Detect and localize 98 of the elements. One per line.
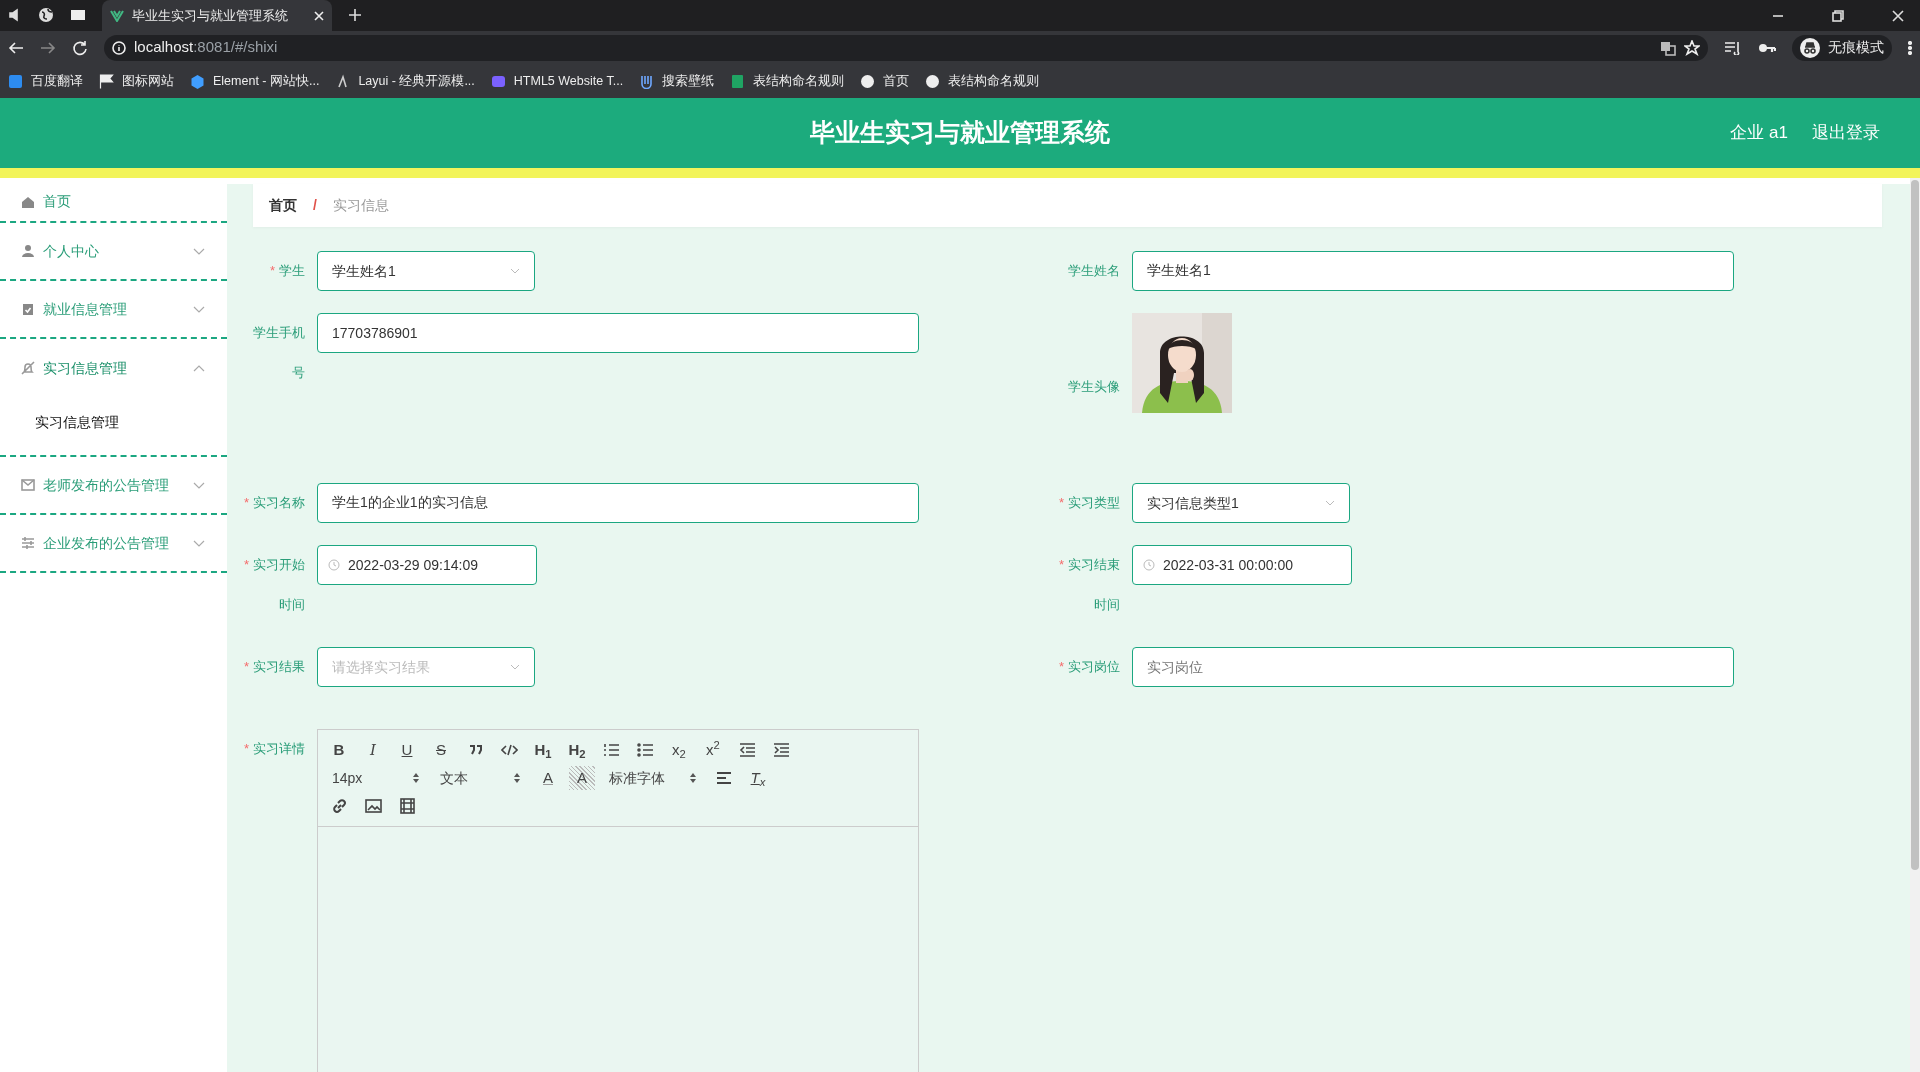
field-label: 学生头像 bbox=[1068, 378, 1120, 396]
script-button[interactable]: x$^{2}$ bbox=[700, 738, 726, 762]
heading-button[interactable]: H$_{1}$ bbox=[530, 738, 556, 762]
editor-select[interactable]: 标准字体 bbox=[603, 766, 703, 790]
editor-select[interactable]: 14px bbox=[326, 766, 426, 790]
date-field[interactable]: 2022-03-31 00:00:00 bbox=[1132, 545, 1352, 585]
image-icon bbox=[364, 798, 382, 814]
editor-select[interactable]: 文本 bbox=[434, 766, 527, 790]
updown-icon bbox=[513, 772, 521, 784]
forward-icon[interactable] bbox=[40, 40, 56, 55]
app-title: 毕业生实习与就业管理系统 bbox=[810, 117, 1110, 149]
heading-button[interactable]: H$_{2}$ bbox=[564, 738, 590, 762]
field-label: * 实习类型 bbox=[1058, 494, 1120, 512]
key-icon[interactable] bbox=[1758, 41, 1776, 54]
script-button[interactable]: x$_{2}$ bbox=[666, 738, 692, 762]
input-field[interactable]: 学生姓名1 bbox=[1132, 251, 1734, 291]
field-label: 学生手机号 bbox=[252, 324, 305, 382]
clock-icon bbox=[1143, 559, 1155, 571]
italic-button[interactable]: I bbox=[360, 738, 386, 762]
bullet-list-icon bbox=[636, 742, 654, 758]
profile-label: 无痕模式 bbox=[1828, 38, 1884, 57]
media-icon[interactable] bbox=[1724, 40, 1742, 55]
profile-button[interactable]: 无痕模式 bbox=[1792, 34, 1892, 61]
input-field[interactable]: 学生1的企业1的实习信息 bbox=[317, 483, 919, 523]
url-text: localhost:8081/#/shixi bbox=[134, 37, 278, 58]
clock-icon bbox=[328, 559, 340, 571]
date-field[interactable]: 2022-03-29 09:14:09 bbox=[317, 545, 537, 585]
u-icon bbox=[639, 73, 655, 89]
breadcrumb-separator: / bbox=[313, 196, 317, 215]
reload-icon[interactable] bbox=[72, 39, 88, 56]
close-icon[interactable] bbox=[1892, 9, 1904, 22]
bell-off-icon bbox=[21, 361, 35, 375]
mail-icon bbox=[21, 478, 35, 492]
text-color-button[interactable]: A bbox=[535, 766, 561, 790]
underline-button[interactable]: U bbox=[394, 738, 420, 762]
select-field[interactable]: 学生姓名1 bbox=[317, 251, 535, 291]
bookmark[interactable]: 搜索壁纸 bbox=[639, 71, 715, 91]
bookmark[interactable]: HTML5 Website T... bbox=[490, 71, 624, 91]
input-field[interactable]: 17703786901 bbox=[317, 313, 919, 353]
breadcrumb-item: 实习信息 bbox=[332, 196, 389, 215]
field-label: * 实习结束时间 bbox=[1057, 556, 1120, 614]
chevron-down-icon bbox=[510, 664, 520, 670]
strikethrough-button[interactable]: S bbox=[428, 738, 454, 762]
field-label: * 实习结果 bbox=[243, 658, 305, 676]
highlight-button[interactable]: A bbox=[569, 766, 595, 790]
bookmark[interactable]: 首页 bbox=[860, 71, 910, 91]
v-logo-icon bbox=[110, 9, 124, 22]
bookmark[interactable]: 表结构命名规则 bbox=[730, 71, 845, 91]
link-icon bbox=[330, 798, 348, 814]
restore-icon[interactable] bbox=[1832, 9, 1844, 22]
clipboard-icon bbox=[21, 302, 35, 316]
sliders-icon bbox=[21, 536, 35, 550]
select-field[interactable]: 实习信息类型1 bbox=[1132, 483, 1350, 523]
field-label: * 学生 bbox=[269, 262, 305, 280]
home-icon bbox=[21, 194, 35, 209]
clear-format-button[interactable]: T$_{x}$ bbox=[745, 766, 771, 790]
breadcrumb-item[interactable]: 首页 bbox=[269, 195, 297, 216]
address-bar[interactable]: localhost:8081/#/shixi bbox=[104, 34, 1708, 61]
sidebar-item[interactable]: 实习信息管理 bbox=[0, 339, 227, 397]
star-icon[interactable] bbox=[1684, 39, 1700, 56]
updown-icon bbox=[689, 772, 697, 784]
updown-icon bbox=[412, 772, 420, 784]
info-icon bbox=[112, 40, 126, 55]
more-icon[interactable] bbox=[1908, 40, 1912, 55]
bookmark[interactable]: Element - 网站快... bbox=[190, 71, 320, 91]
bookmark[interactable]: 图标网站 bbox=[99, 71, 174, 91]
chevron-down-icon bbox=[1325, 500, 1335, 506]
indent-icon bbox=[772, 742, 790, 758]
sheet-icon bbox=[730, 73, 746, 89]
window-icon[interactable] bbox=[70, 8, 86, 22]
flag-icon bbox=[99, 73, 114, 89]
bookmark[interactable]: Layui - 经典开源模... bbox=[335, 71, 475, 91]
hexagon-icon bbox=[190, 73, 205, 89]
close-icon[interactable] bbox=[314, 10, 324, 21]
film-icon bbox=[398, 798, 416, 814]
scrollbar-thumb[interactable] bbox=[1911, 180, 1919, 870]
field-label: 学生姓名 bbox=[1068, 262, 1120, 280]
field-label: * 实习详情 bbox=[243, 740, 305, 758]
align-left-icon bbox=[715, 770, 733, 786]
bold-button[interactable]: B bbox=[326, 738, 352, 762]
new-tab-icon[interactable] bbox=[348, 8, 362, 22]
code-icon bbox=[500, 742, 518, 758]
bookmark[interactable]: 表结构命名规则 bbox=[925, 71, 1040, 91]
field-label: * 实习名称 bbox=[243, 494, 305, 512]
tab-title: 毕业生实习与就业管理系统 bbox=[132, 6, 289, 25]
user-name: 企业 a1 bbox=[1730, 122, 1788, 145]
bookmark[interactable]: 百度翻译 bbox=[8, 71, 83, 91]
incognito-icon bbox=[1800, 37, 1820, 58]
browser-tab[interactable]: 毕业生实习与就业管理系统 bbox=[102, 0, 332, 31]
submenu-item[interactable]: 实习信息管理 bbox=[0, 397, 227, 447]
person-icon bbox=[21, 244, 35, 258]
outdent-icon bbox=[738, 742, 756, 758]
chevron-down-icon bbox=[510, 268, 520, 274]
field-label: * 实习开始时间 bbox=[242, 556, 305, 614]
back-icon[interactable] bbox=[8, 40, 24, 55]
field-label: * 实习岗位 bbox=[1058, 658, 1120, 676]
numbered-list-icon bbox=[602, 742, 620, 758]
input-field[interactable]: 实习岗位 bbox=[1132, 647, 1734, 687]
